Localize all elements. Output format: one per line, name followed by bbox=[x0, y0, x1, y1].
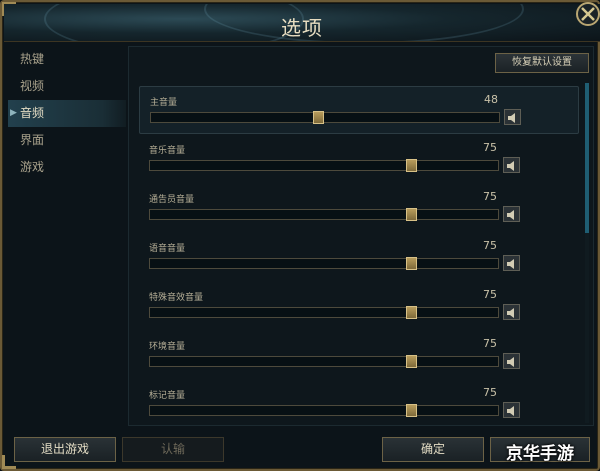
audio-settings-panel: 恢复默认设置 主音量 48 音乐音量 75 通告员音量 75 语音音量 75 特殊音效音量 75 环… bbox=[128, 46, 594, 426]
slider-handle[interactable] bbox=[406, 404, 417, 417]
volume-row: 主音量 48 bbox=[139, 86, 579, 134]
volume-value: 75 bbox=[483, 239, 497, 252]
volume-label: 音乐音量 bbox=[149, 146, 186, 156]
volume-value: 75 bbox=[483, 141, 497, 154]
surrender-button[interactable]: 认输 bbox=[122, 437, 224, 462]
volume-value: 75 bbox=[483, 288, 497, 301]
mute-button[interactable] bbox=[503, 157, 520, 173]
volume-slider[interactable] bbox=[149, 208, 499, 221]
close-icon bbox=[576, 2, 600, 26]
options-sidebar: 热键 视频 ▶ 音频 界面 游戏 bbox=[8, 46, 126, 426]
slider-handle[interactable] bbox=[406, 208, 417, 221]
sidebar-item-video[interactable]: 视频 bbox=[8, 73, 126, 100]
sidebar-item-label: 视频 bbox=[20, 79, 45, 93]
slider-handle[interactable] bbox=[406, 159, 417, 172]
sidebar-item-label: 游戏 bbox=[20, 160, 45, 174]
options-window: 选项 热键 视频 ▶ 音频 界面 游戏 恢复默认设置 主音量48音乐音量7 bbox=[0, 0, 600, 471]
volume-label: 标记音量 bbox=[149, 391, 186, 401]
slider-handle[interactable] bbox=[406, 306, 417, 319]
speaker-icon bbox=[507, 357, 514, 367]
volume-row: 音乐音量 75 bbox=[139, 135, 579, 183]
volume-row: 语音音量 75 bbox=[139, 233, 579, 281]
speaker-icon bbox=[507, 161, 514, 171]
volume-row: 通告员音量 75 bbox=[139, 184, 579, 232]
slider-handle[interactable] bbox=[406, 355, 417, 368]
speaker-icon bbox=[508, 113, 515, 123]
volume-value: 75 bbox=[483, 386, 497, 399]
slider-handle[interactable] bbox=[313, 111, 325, 124]
mute-button[interactable] bbox=[504, 109, 521, 125]
speaker-icon bbox=[507, 308, 514, 318]
chevron-right-icon: ▶ bbox=[10, 108, 17, 118]
sidebar-item-label: 音频 bbox=[20, 106, 45, 120]
volume-row: 标记音量 75 bbox=[139, 380, 579, 428]
scrollbar[interactable] bbox=[585, 83, 589, 423]
sidebar-item-game[interactable]: 游戏 bbox=[8, 154, 126, 181]
speaker-icon bbox=[507, 210, 514, 220]
volume-slider[interactable] bbox=[149, 159, 499, 172]
slider-handle[interactable] bbox=[406, 257, 417, 270]
mute-button[interactable] bbox=[503, 206, 520, 222]
volume-slider[interactable] bbox=[149, 257, 499, 270]
volume-label: 主音量 bbox=[150, 98, 178, 108]
exit-game-button[interactable]: 退出游戏 bbox=[14, 437, 116, 462]
speaker-icon bbox=[507, 259, 514, 269]
sidebar-item-label: 界面 bbox=[20, 133, 45, 147]
speaker-icon bbox=[507, 406, 514, 416]
mute-button[interactable] bbox=[503, 304, 520, 320]
volume-slider[interactable] bbox=[150, 111, 500, 124]
sidebar-item-label: 热键 bbox=[20, 52, 45, 66]
volume-value: 75 bbox=[483, 337, 497, 350]
sidebar-item-interface[interactable]: 界面 bbox=[8, 127, 126, 154]
sidebar-item-audio[interactable]: ▶ 音频 bbox=[8, 100, 126, 127]
window-title: 选项 bbox=[281, 16, 323, 40]
volume-label: 环境音量 bbox=[149, 342, 186, 352]
volume-label: 通告员音量 bbox=[149, 195, 195, 205]
watermark-text: 京华手游 bbox=[506, 444, 574, 464]
volume-row: 特殊音效音量 75 bbox=[139, 282, 579, 330]
scrollbar-thumb[interactable] bbox=[585, 83, 589, 233]
mute-button[interactable] bbox=[503, 255, 520, 271]
volume-label: 特殊音效音量 bbox=[149, 293, 204, 303]
window-header: 选项 bbox=[4, 4, 600, 42]
volume-slider[interactable] bbox=[149, 404, 499, 417]
volume-slider[interactable] bbox=[149, 355, 499, 368]
ok-button[interactable]: 确定 bbox=[382, 437, 484, 462]
volume-value: 48 bbox=[484, 93, 498, 106]
volume-slider[interactable] bbox=[149, 306, 499, 319]
sidebar-item-hotkeys[interactable]: 热键 bbox=[8, 46, 126, 73]
mute-button[interactable] bbox=[503, 353, 520, 369]
volume-row: 环境音量 75 bbox=[139, 331, 579, 379]
mute-button[interactable] bbox=[503, 402, 520, 418]
volume-value: 75 bbox=[483, 190, 497, 203]
close-button[interactable] bbox=[568, 2, 600, 32]
restore-defaults-button[interactable]: 恢复默认设置 bbox=[495, 53, 589, 73]
volume-label: 语音音量 bbox=[149, 244, 186, 254]
